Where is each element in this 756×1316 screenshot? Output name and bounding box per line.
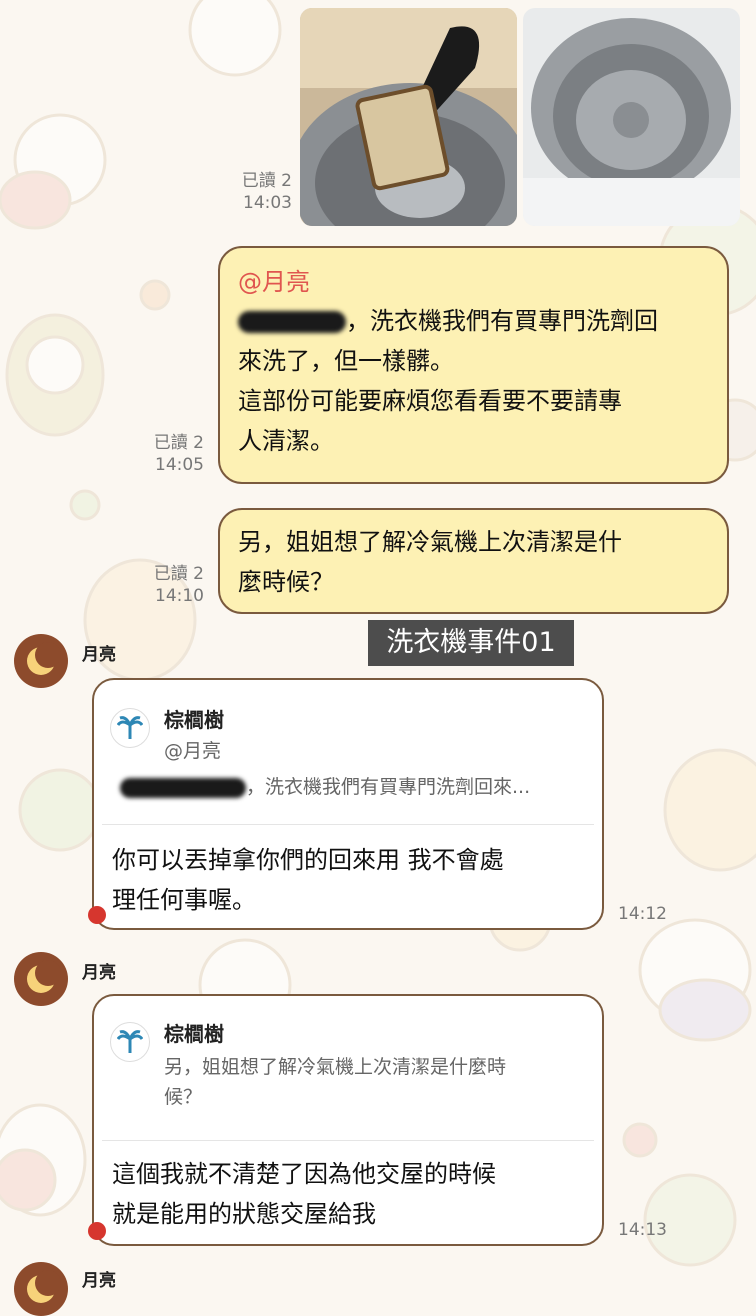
message-line: 就是能用的狀態交屋給我 bbox=[112, 1200, 376, 1228]
quoted-text: 另，姐姐想了解冷氣機上次清潔是什麼時 bbox=[164, 1056, 507, 1078]
timestamp: 14:13 bbox=[618, 1220, 667, 1240]
avatar[interactable] bbox=[14, 1262, 68, 1316]
outgoing-message-bubble[interactable]: 另，姐姐想了解冷氣機上次清潔是什 麼時候？ bbox=[218, 508, 729, 614]
timestamp: 14:03 bbox=[243, 193, 292, 213]
read-status: 已讀 2 bbox=[153, 564, 204, 584]
tomato-sticker-icon bbox=[88, 906, 106, 924]
moon-icon bbox=[27, 960, 61, 993]
message-line: ，洗衣機我們有買專門洗劑回 bbox=[346, 307, 658, 335]
palm-tree-icon bbox=[110, 708, 150, 748]
message-line: 理任何事喔。 bbox=[112, 886, 256, 914]
sender-name: 月亮 bbox=[82, 963, 116, 983]
message-text: ，洗衣機我們有買專門洗劑回 來洗了，但一樣髒。 這部份可能要麻煩您看看要不要請專… bbox=[238, 301, 709, 461]
outgoing-message-bubble[interactable]: @月亮 ，洗衣機我們有買專門洗劑回 來洗了，但一樣髒。 這部份可能要麻煩您看看要… bbox=[218, 246, 729, 484]
message-text: 這個我就不清楚了因為他交屋的時候 就是能用的狀態交屋給我 bbox=[112, 1154, 496, 1234]
washer-photo-filter[interactable] bbox=[300, 8, 517, 226]
timestamp: 14:05 bbox=[155, 455, 204, 475]
m2-read-receipt: 已讀 2 14:10 bbox=[110, 563, 204, 607]
message-text: 你可以丟掉拿你們的回來用 我不會處 理任何事喔。 bbox=[112, 840, 504, 920]
message-line: 這個我就不清楚了因為他交屋的時候 bbox=[112, 1160, 496, 1188]
quoted-message[interactable]: ，洗衣機我們有買專門洗劑回來... bbox=[120, 772, 530, 802]
message-line: 這部份可能要麻煩您看看要不要請專 bbox=[238, 387, 622, 415]
quote-divider bbox=[102, 824, 594, 825]
redacted-name bbox=[238, 311, 346, 333]
sender-name: 月亮 bbox=[82, 645, 116, 665]
incoming-reply-bubble[interactable]: 棕櫚樹 @月亮 ，洗衣機我們有買專門洗劑回來... 你可以丟掉拿你們的回來用 我… bbox=[92, 678, 604, 930]
quoted-text: ，洗衣機我們有買專門洗劑回來... bbox=[246, 776, 531, 798]
avatar[interactable] bbox=[14, 634, 68, 688]
mention-tag[interactable]: @月亮 bbox=[238, 262, 709, 297]
washer-photo-drum[interactable] bbox=[523, 8, 740, 226]
incoming-reply-bubble[interactable]: 棕櫚樹 另，姐姐想了解冷氣機上次清潔是什麼時 候？ 這個我就不清楚了因為他交屋的… bbox=[92, 994, 604, 1246]
quoted-mention: @月亮 bbox=[164, 740, 222, 762]
quoted-text: 候？ bbox=[164, 1086, 203, 1108]
read-status: 已讀 2 bbox=[241, 171, 292, 191]
quoted-sender: 棕櫚樹 bbox=[164, 1022, 224, 1046]
tomato-sticker-icon bbox=[88, 1222, 106, 1240]
redacted-name bbox=[120, 777, 246, 798]
timestamp: 14:12 bbox=[618, 904, 667, 924]
moon-icon bbox=[27, 642, 61, 675]
m1-read-receipt: 已讀 2 14:05 bbox=[110, 432, 204, 476]
quoted-sender: 棕櫚樹 bbox=[164, 708, 224, 732]
sender-name: 月亮 bbox=[82, 1271, 116, 1291]
caption-label: 洗衣機事件01 bbox=[368, 620, 574, 666]
message-text: 另，姐姐想了解冷氣機上次清潔是什 麼時候？ bbox=[238, 522, 709, 602]
quote-divider bbox=[102, 1140, 594, 1141]
message-line: 另，姐姐想了解冷氣機上次清潔是什 bbox=[238, 528, 622, 556]
message-line: 你可以丟掉拿你們的回來用 我不會處 bbox=[112, 846, 504, 874]
timestamp: 14:10 bbox=[155, 586, 204, 606]
read-status: 已讀 2 bbox=[153, 433, 204, 453]
message-line: 麼時候？ bbox=[238, 568, 334, 596]
message-line: 人清潔。 bbox=[238, 427, 334, 455]
moon-icon bbox=[27, 1270, 61, 1303]
message-line: 來洗了，但一樣髒。 bbox=[238, 347, 454, 375]
avatar[interactable] bbox=[14, 952, 68, 1006]
palm-tree-icon bbox=[110, 1022, 150, 1062]
photo-read-receipt: 已讀 2 14:03 bbox=[200, 170, 292, 214]
quoted-message[interactable]: 另，姐姐想了解冷氣機上次清潔是什麼時 候？ bbox=[164, 1052, 506, 1112]
